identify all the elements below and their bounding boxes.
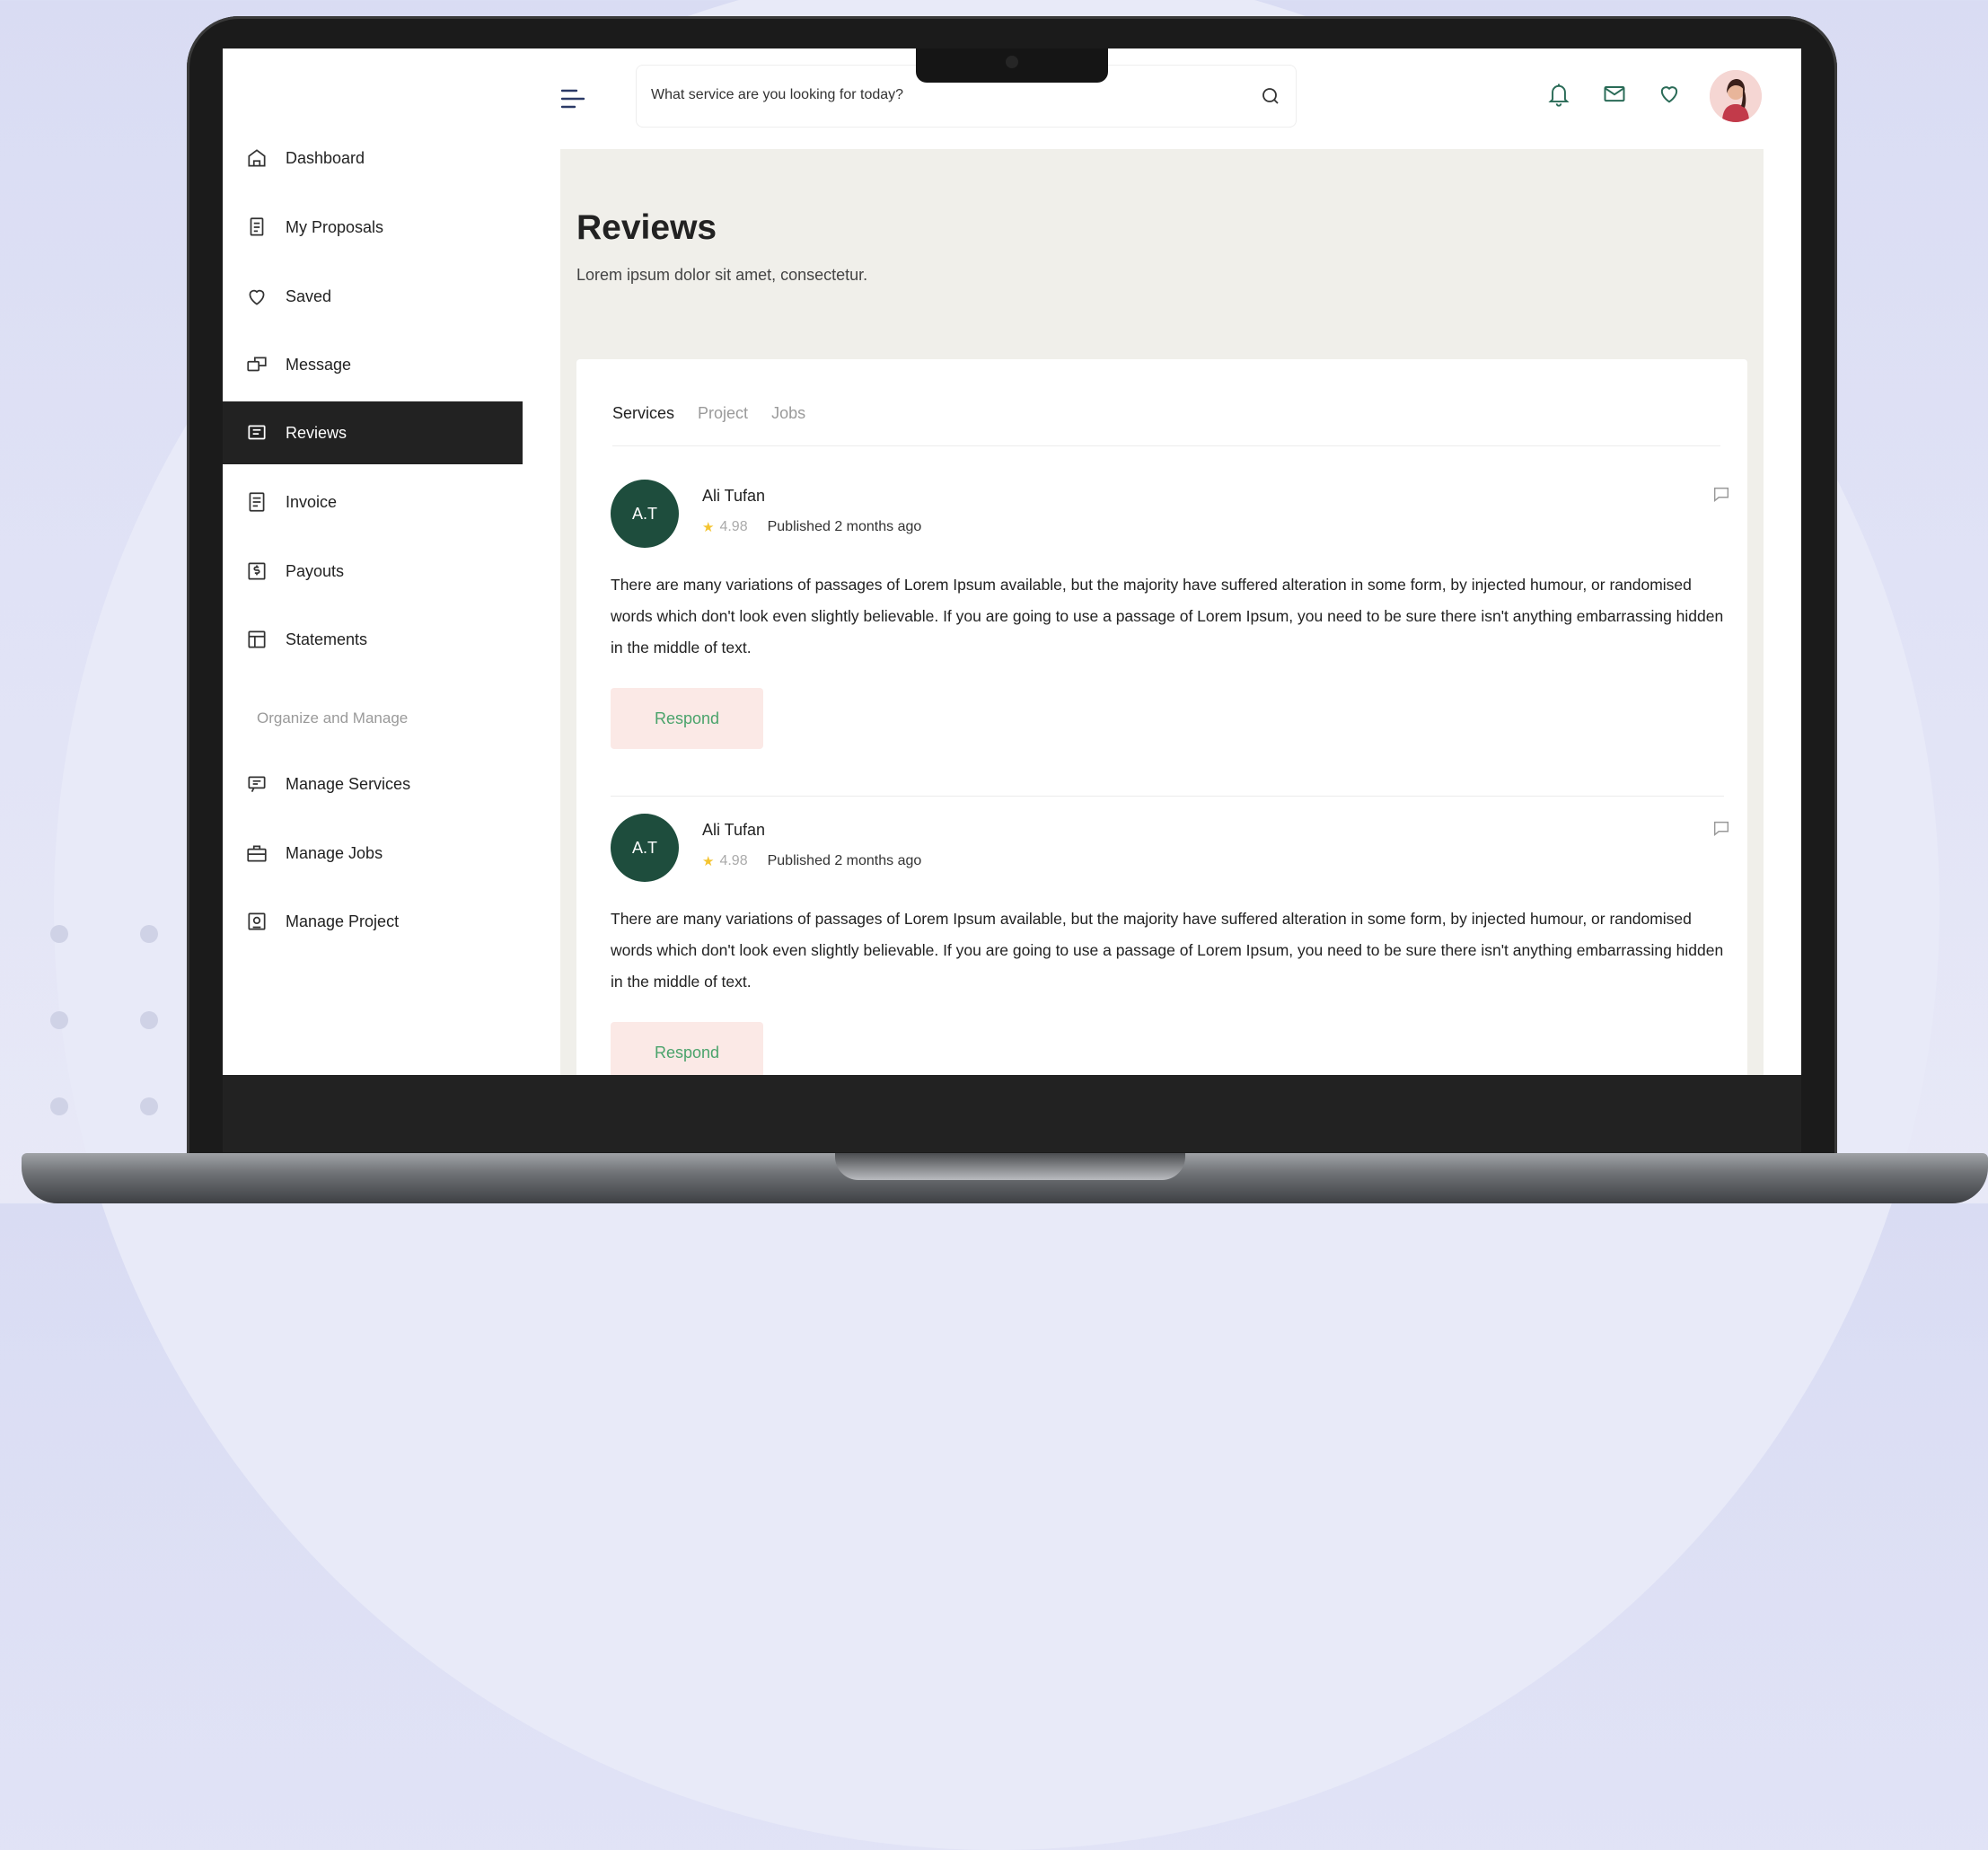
respond-button[interactable]: Respond — [611, 1022, 763, 1075]
invoice-icon — [244, 489, 269, 515]
review-published: Published 2 months ago — [767, 853, 922, 868]
heart-icon — [244, 284, 269, 309]
laptop-hinge — [835, 1153, 1185, 1180]
review-rating: 4.98 — [719, 519, 748, 534]
mail-icon[interactable] — [1602, 81, 1627, 110]
page-title: Reviews — [576, 208, 717, 247]
reviewer-name: Ali Tufan — [702, 487, 766, 505]
search-input[interactable]: What service are you looking for today? — [651, 87, 903, 103]
reviews-card: Services Project Jobs A.T Ali Tufan ★ 4.… — [576, 359, 1747, 1075]
sidebar-item-message[interactable]: Message — [223, 333, 523, 396]
sidebar: Dashboard My Proposals Saved Message Rev… — [223, 48, 523, 1075]
decor-dot — [50, 1097, 68, 1115]
sidebar-item-label: My Proposals — [286, 217, 384, 236]
review-rating: 4.98 — [719, 853, 748, 868]
star-icon: ★ — [702, 854, 715, 869]
sidebar-item-label: Saved — [286, 286, 332, 305]
review-divider — [611, 796, 1724, 797]
decor-dot — [50, 1011, 68, 1029]
respond-button[interactable]: Respond — [611, 688, 763, 749]
project-icon — [244, 909, 269, 934]
tab-project[interactable]: Project — [698, 404, 748, 423]
sidebar-item-label: Dashboard — [286, 148, 365, 167]
menu-icon[interactable] — [560, 88, 585, 114]
search-icon[interactable] — [1260, 85, 1281, 111]
review-meta: ★ 4.98 Published 2 months ago — [702, 519, 921, 535]
decor-dot — [50, 925, 68, 943]
sidebar-item-payouts[interactable]: Payouts — [223, 540, 523, 603]
decor-dot — [140, 1011, 158, 1029]
heart-icon[interactable] — [1657, 81, 1682, 110]
app-screen: Dashboard My Proposals Saved Message Rev… — [223, 48, 1801, 1075]
sidebar-item-label: Statements — [286, 630, 368, 648]
sidebar-item-statements[interactable]: Statements — [223, 608, 523, 671]
flag-icon[interactable] — [1711, 485, 1731, 509]
flag-icon[interactable] — [1711, 819, 1731, 843]
review-meta: ★ 4.98 Published 2 months ago — [702, 853, 921, 869]
tab-jobs[interactable]: Jobs — [771, 404, 805, 423]
bell-icon[interactable] — [1546, 81, 1571, 112]
proposals-icon — [244, 215, 269, 240]
sidebar-item-manage-jobs[interactable]: Manage Jobs — [223, 822, 523, 885]
avatar[interactable] — [1710, 70, 1762, 122]
home-icon — [244, 145, 269, 171]
reviewer-avatar: A.T — [611, 814, 679, 882]
reviewer-name: Ali Tufan — [702, 821, 766, 839]
review-text: There are many variations of passages of… — [611, 576, 1724, 656]
sidebar-item-reviews[interactable]: Reviews — [223, 401, 523, 464]
reviews-icon — [244, 420, 269, 445]
manage-services-icon — [244, 771, 269, 797]
sidebar-item-label: Manage Project — [286, 912, 400, 930]
camera-icon — [1006, 56, 1018, 68]
sidebar-item-label: Manage Services — [286, 774, 411, 793]
sidebar-item-my-proposals[interactable]: My Proposals — [223, 196, 523, 259]
tab-services[interactable]: Services — [612, 404, 674, 423]
laptop-bezel-bottom — [223, 1075, 1801, 1152]
sidebar-item-label: Reviews — [286, 423, 347, 442]
sidebar-item-label: Invoice — [286, 492, 338, 511]
reviewer-avatar: A.T — [611, 480, 679, 548]
camera-notch — [916, 48, 1108, 83]
main-content: Reviews Lorem ipsum dolor sit amet, cons… — [560, 149, 1764, 1075]
sidebar-item-dashboard[interactable]: Dashboard — [223, 127, 523, 189]
briefcase-icon — [244, 841, 269, 866]
star-icon: ★ — [702, 520, 715, 535]
message-icon — [244, 352, 269, 377]
sidebar-item-label: Manage Jobs — [286, 843, 383, 862]
sidebar-item-invoice[interactable]: Invoice — [223, 471, 523, 533]
decor-dot — [140, 925, 158, 943]
sidebar-item-manage-services[interactable]: Manage Services — [223, 753, 523, 815]
sidebar-item-manage-project[interactable]: Manage Project — [223, 890, 523, 953]
tabs-divider — [612, 445, 1720, 446]
decor-dot — [140, 1097, 158, 1115]
sidebar-item-label: Payouts — [286, 561, 345, 580]
sidebar-item-label: Message — [286, 355, 352, 374]
statements-icon — [244, 627, 269, 652]
review-text: There are many variations of passages of… — [611, 910, 1724, 991]
sidebar-item-saved[interactable]: Saved — [223, 265, 523, 328]
page-subtitle: Lorem ipsum dolor sit amet, consectetur. — [576, 266, 868, 284]
review-published: Published 2 months ago — [767, 519, 922, 534]
payouts-icon — [244, 559, 269, 584]
section-label-organize: Organize and Manage — [257, 709, 409, 727]
tabs: Services Project Jobs — [612, 404, 805, 423]
